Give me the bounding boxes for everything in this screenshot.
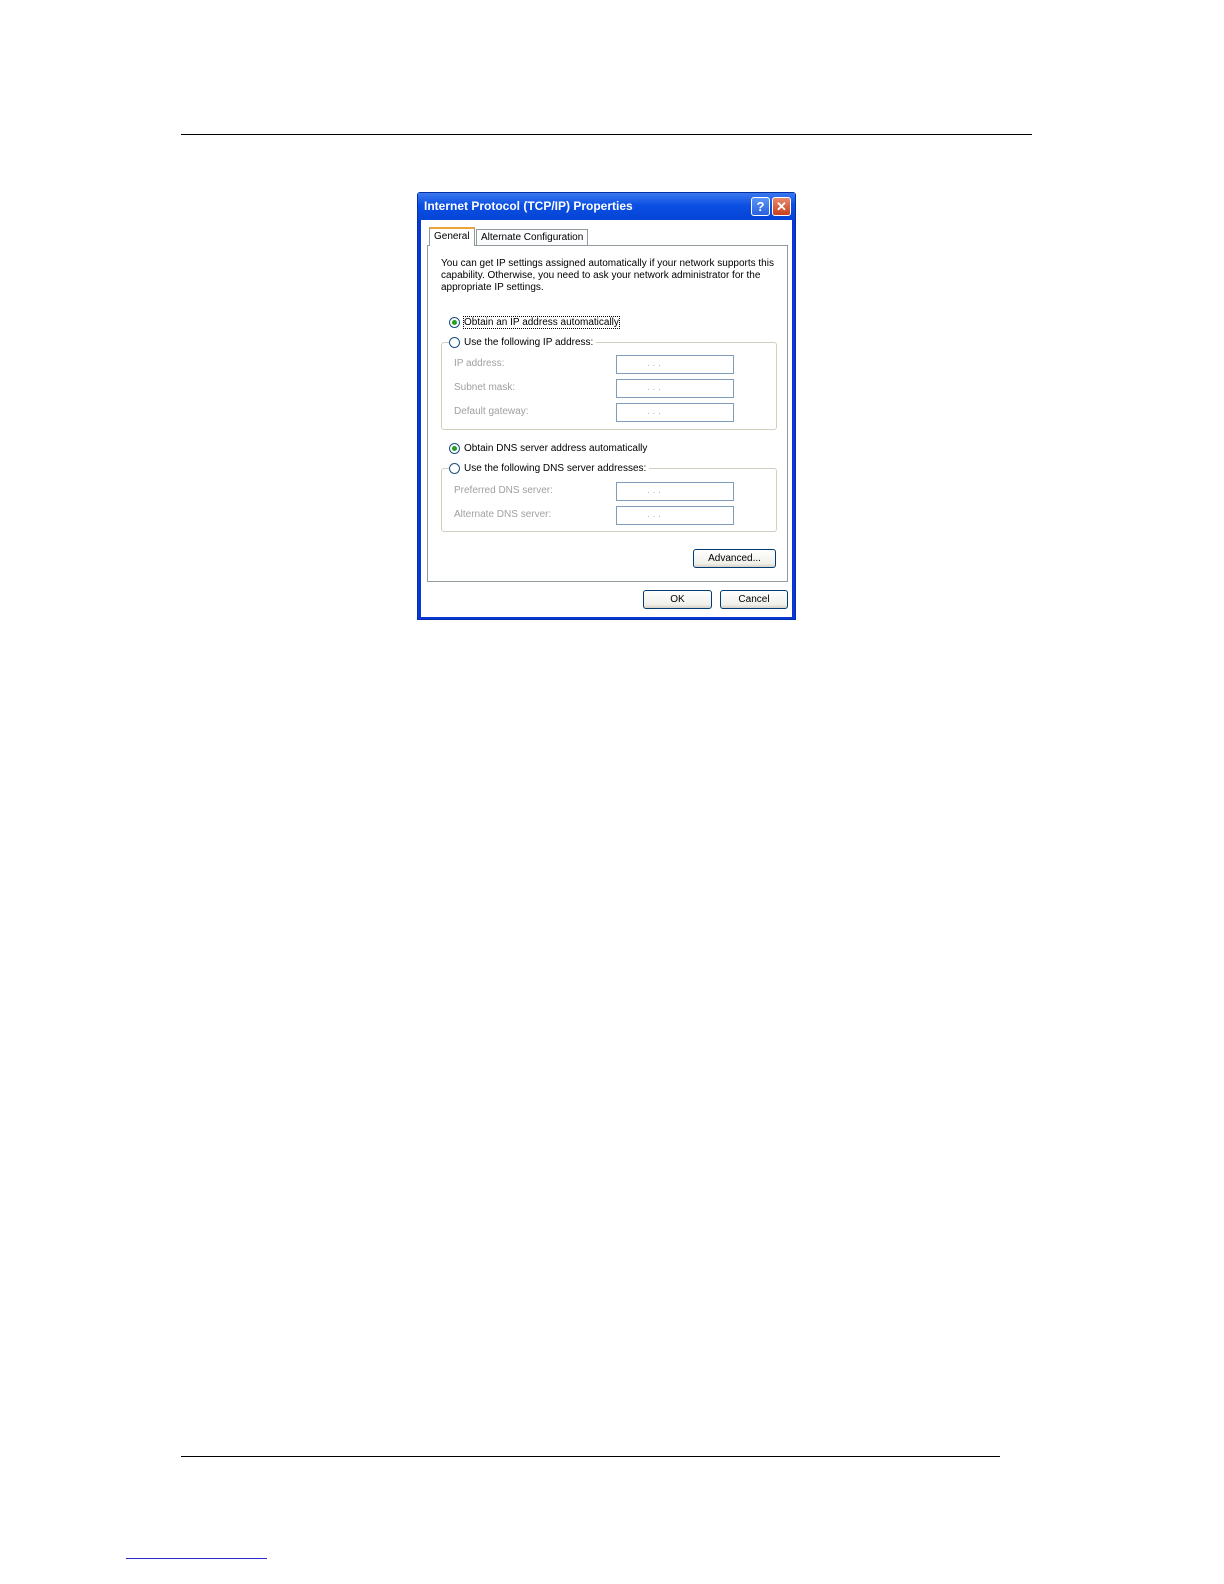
alternate-dns-label: Alternate DNS server: [454,509,552,520]
obtain-ip-auto-option[interactable]: Obtain an IP address automatically [449,315,622,329]
help-button[interactable]: ? [751,197,770,216]
close-button[interactable]: ✕ [772,197,791,216]
obtain-dns-auto-option[interactable]: Obtain DNS server address automatically [449,441,651,455]
ip-address-input[interactable]: . . . [616,355,734,374]
default-gateway-value: . . . [647,406,661,417]
intro-text: You can get IP settings assigned automat… [441,258,774,293]
alternate-dns-value: . . . [647,509,661,520]
obtain-ip-auto-label: Obtain an IP address automatically [463,315,620,329]
default-gateway-label: Default gateway: [454,406,529,417]
use-following-dns-option[interactable]: Use the following DNS server addresses: [449,461,650,475]
alternate-dns-input[interactable]: . . . [616,506,734,525]
preferred-dns-label: Preferred DNS server: [454,485,553,496]
cancel-button[interactable]: Cancel [720,590,788,609]
use-following-dns-label: Use the following DNS server addresses: [464,462,647,474]
ok-button[interactable]: OK [643,590,712,609]
subnet-mask-label: Subnet mask: [454,382,516,393]
dialog-title: Internet Protocol (TCP/IP) Properties [424,199,633,213]
dns-server-group: Preferred DNS server: . . . Alternate DN… [441,468,777,532]
use-following-dns-radio[interactable] [449,462,460,474]
page-header-rule [181,134,1032,135]
page-footer-rule [181,1456,1000,1457]
subnet-mask-value: . . . [647,382,661,393]
advanced-button[interactable]: Advanced... [693,549,776,568]
footer-link-underline [126,1558,267,1559]
subnet-mask-input[interactable]: . . . [616,379,734,398]
obtain-dns-auto-radio[interactable] [449,442,460,454]
preferred-dns-input[interactable]: . . . [616,482,734,501]
tab-general[interactable]: General [429,227,475,246]
tcpip-properties-dialog: Internet Protocol (TCP/IP) Properties ? … [417,192,796,620]
ip-address-group: IP address: . . . Subnet mask: . . . Def… [441,342,777,430]
obtain-dns-auto-label: Obtain DNS server address automatically [464,442,648,454]
default-gateway-input[interactable]: . . . [616,403,734,422]
tab-alternate-configuration[interactable]: Alternate Configuration [476,229,589,246]
dialog-client-area: General Alternate Configuration You can … [421,220,792,617]
obtain-ip-auto-radio[interactable] [449,316,460,328]
preferred-dns-value: . . . [647,485,661,496]
general-tab-panel: You can get IP settings assigned automat… [427,245,788,582]
use-following-ip-radio[interactable] [449,336,460,348]
ip-address-label: IP address: [454,358,505,369]
close-icon: ✕ [776,199,787,214]
use-following-ip-option[interactable]: Use the following IP address: [449,335,597,349]
ip-address-value: . . . [647,358,661,369]
use-following-ip-label: Use the following IP address: [464,336,594,348]
title-bar[interactable]: Internet Protocol (TCP/IP) Properties ? … [418,193,795,220]
help-icon: ? [756,199,765,214]
